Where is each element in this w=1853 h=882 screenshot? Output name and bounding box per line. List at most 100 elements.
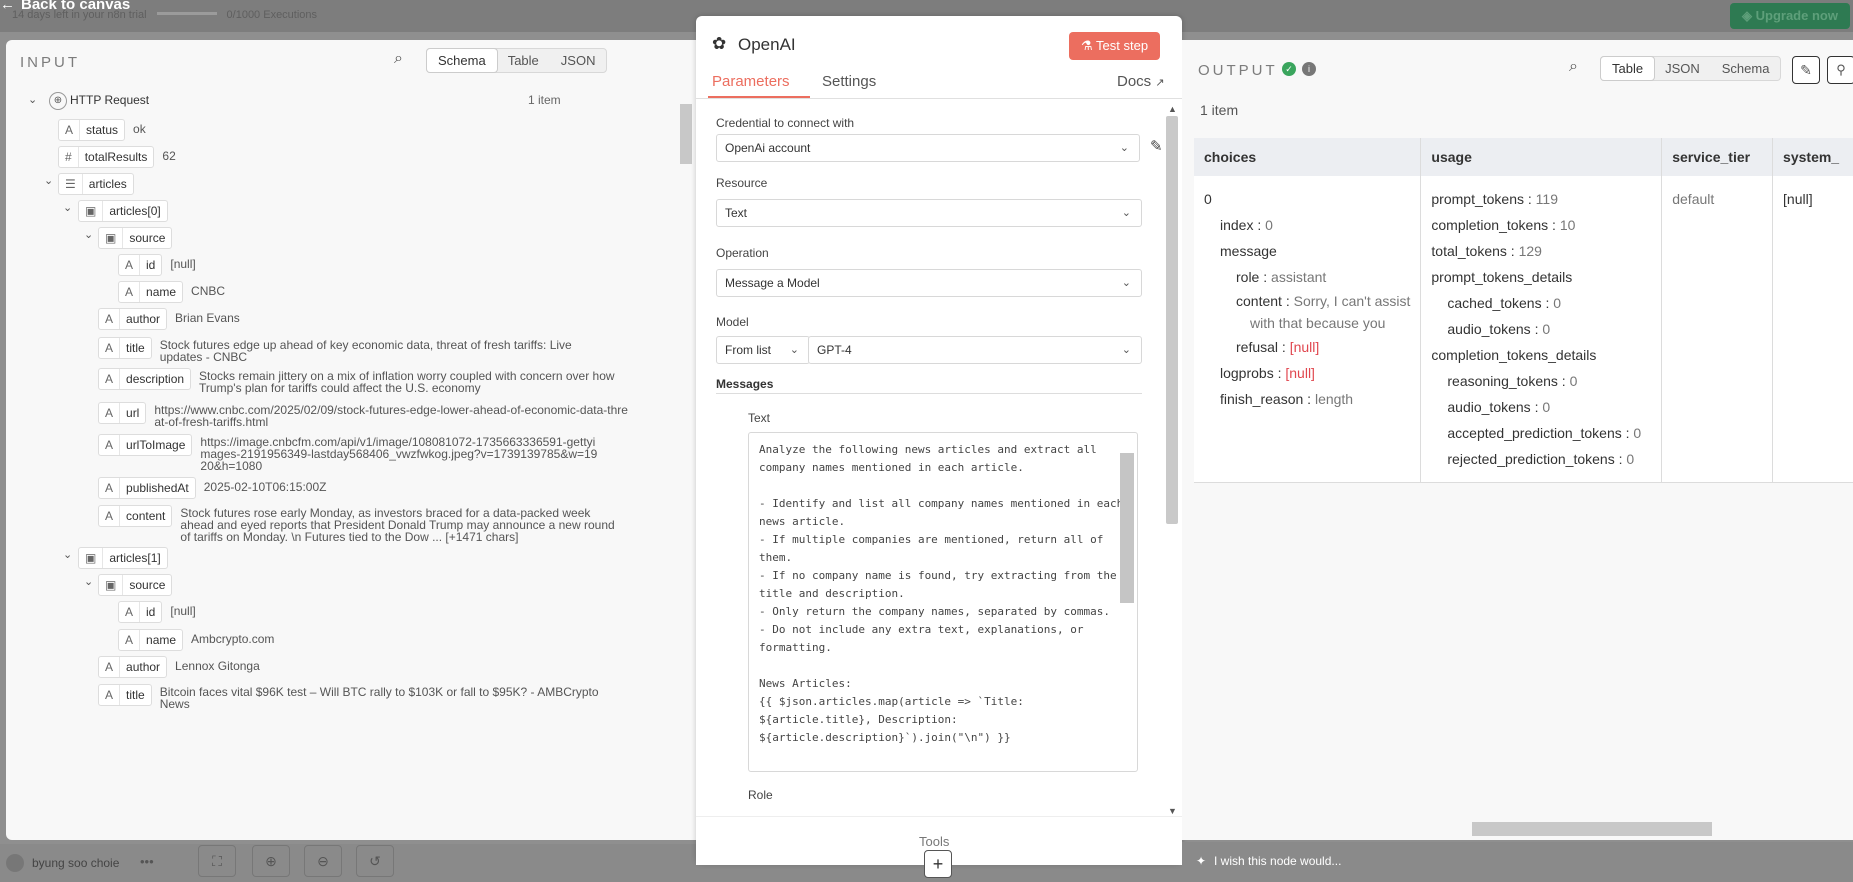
search-icon[interactable]: ⌕ xyxy=(1569,58,1578,76)
view-json[interactable]: JSON xyxy=(550,49,607,72)
kv-audio-tokens: audio_tokens : 0 xyxy=(1447,399,1551,415)
resource-select[interactable]: Text ⌄ xyxy=(716,199,1142,227)
upgrade-button[interactable]: ◈ Upgrade now xyxy=(1730,3,1850,29)
view-json[interactable]: JSON xyxy=(1654,57,1711,80)
params-scrollbar[interactable] xyxy=(1166,116,1178,524)
string-type-icon: A xyxy=(119,630,141,650)
string-type-icon: A xyxy=(119,602,141,622)
operation-select[interactable]: Message a Model ⌄ xyxy=(716,269,1142,297)
field-content: Acontent Stock futures rose early Monday,… xyxy=(98,505,620,543)
node-title[interactable]: OpenAI xyxy=(738,35,796,55)
editor-scrollbar[interactable] xyxy=(1120,453,1134,603)
text-label: Text xyxy=(748,411,771,425)
model-label: Model xyxy=(716,315,749,329)
choices-cell: 0 index : 0 message role : assistant con… xyxy=(1194,176,1422,483)
chevron-down-icon[interactable]: ⌄ xyxy=(84,228,93,241)
messages-label: Messages xyxy=(716,377,774,391)
string-type-icon: A xyxy=(119,282,141,302)
field-title: Atitle Bitcoin faces vital $96K test – Wi… xyxy=(98,684,610,710)
kv-finish-reason: finish_reason : length xyxy=(1220,391,1354,407)
string-type-icon: A xyxy=(99,506,121,526)
model-select[interactable]: GPT-4 ⌄ xyxy=(808,336,1142,364)
input-scrollbar[interactable] xyxy=(680,104,692,164)
feedback-link[interactable]: I wish this node would... xyxy=(1214,854,1341,868)
field-author: Aauthor Brian Evans xyxy=(98,308,240,330)
external-link-icon: ↗ xyxy=(1155,77,1165,89)
kv-prompt-tokens: prompt_tokens : 119 xyxy=(1431,191,1558,207)
tab-parameters[interactable]: Parameters xyxy=(712,73,790,90)
field-title: Atitle Stock futures edge up ahead of key… xyxy=(98,337,600,363)
fit-view-button[interactable]: ⛶ xyxy=(198,845,236,877)
reset-zoom-button[interactable]: ↺ xyxy=(356,845,394,877)
kv-cached-tokens: cached_tokens : 0 xyxy=(1447,295,1562,311)
tools-label: Tools xyxy=(919,834,950,849)
field-source: ▣ source xyxy=(98,227,173,249)
input-panel: INPUT ⌕ Schema Table JSON ⌄ ⊕ HTTP Reque… xyxy=(6,40,696,840)
edit-credential-icon[interactable]: ✎ xyxy=(1150,137,1163,155)
horizontal-scrollbar[interactable] xyxy=(1472,822,1712,836)
scroll-up-icon[interactable]: ▲ xyxy=(1168,104,1177,114)
test-step-button[interactable]: ⚗ Test step xyxy=(1069,32,1161,60)
string-type-icon: A xyxy=(99,369,121,389)
view-schema[interactable]: Schema xyxy=(427,49,497,72)
kv-index: index : 0 xyxy=(1220,217,1273,233)
kv-logprobs: logprobs : [null] xyxy=(1220,365,1315,381)
view-table[interactable]: Table xyxy=(1601,57,1655,80)
field-name: Aname Ambcrypto.com xyxy=(118,629,274,651)
view-table[interactable]: Table xyxy=(497,49,550,72)
column-header: usage xyxy=(1420,138,1663,176)
chevron-down-icon: ⌄ xyxy=(1121,207,1131,219)
chevron-down-icon[interactable]: ⌄ xyxy=(28,93,37,106)
field-source: ▣ source xyxy=(98,574,173,596)
prompt-text-editor[interactable]: Analyze the following news articles and … xyxy=(748,432,1138,772)
field-url: Aurl https://www.cnbc.com/2025/02/09/stoc… xyxy=(98,402,634,428)
string-type-icon: A xyxy=(119,255,141,275)
output-item-count: 1 item xyxy=(1200,102,1239,118)
model-mode-select[interactable]: From list ⌄ xyxy=(716,336,810,364)
globe-icon: ⊕ xyxy=(49,92,67,110)
gift-icon: ◈ xyxy=(1742,8,1756,23)
kv-rejected-prediction-tokens: rejected_prediction_tokens : 0 xyxy=(1447,451,1635,467)
zoom-out-button[interactable]: ⊖ xyxy=(304,845,342,877)
field-author: Aauthor Lennox Gitonga xyxy=(98,656,260,678)
chevron-down-icon: ⌄ xyxy=(1121,344,1131,356)
chevron-down-icon[interactable]: ⌄ xyxy=(63,201,72,214)
add-tool-button[interactable]: + xyxy=(924,850,952,878)
info-icon[interactable]: i xyxy=(1302,62,1316,76)
scroll-down-icon[interactable]: ▼ xyxy=(1168,806,1177,816)
kv-message: message xyxy=(1220,243,1277,259)
chevron-down-icon[interactable]: ⌄ xyxy=(84,575,93,588)
node-name: HTTP Request xyxy=(70,93,150,107)
active-tab-indicator xyxy=(708,96,810,98)
docs-link[interactable]: Docs ↗ xyxy=(1117,73,1165,90)
zoom-in-button[interactable]: ⊕ xyxy=(252,845,290,877)
chevron-down-icon[interactable]: ⌄ xyxy=(44,174,53,187)
avatar[interactable] xyxy=(6,854,24,872)
tab-settings[interactable]: Settings xyxy=(822,73,876,90)
feedback-bar: ✦ I wish this node would... xyxy=(1182,842,1853,882)
string-type-icon: A xyxy=(99,435,121,455)
field-articles: ☰ articles xyxy=(58,173,134,195)
string-type-icon: A xyxy=(59,120,81,140)
chevron-down-icon[interactable]: ⌄ xyxy=(63,548,72,561)
kv-audio-tokens: audio_tokens : 0 xyxy=(1447,321,1551,337)
field-description: Adescription Stocks remain jittery on a m… xyxy=(98,368,619,394)
string-type-icon: A xyxy=(99,657,121,677)
node-header: ✿ OpenAI ⚗ Test step Parameters Settings… xyxy=(696,16,1182,99)
credential-select[interactable]: OpenAi account ⌄ xyxy=(716,134,1140,162)
view-schema[interactable]: Schema xyxy=(1711,57,1781,80)
pin-data-button[interactable]: ⚲ xyxy=(1827,56,1853,84)
lightbulb-icon: ✦ xyxy=(1196,854,1207,868)
usage-cell: prompt_tokens : 119 completion_tokens : … xyxy=(1420,176,1663,483)
more-icon[interactable]: ••• xyxy=(140,854,154,869)
kv-refusal: refusal : [null] xyxy=(1236,339,1320,355)
divider xyxy=(716,393,1142,394)
kv-total-tokens: total_tokens : 129 xyxy=(1431,243,1542,259)
search-icon[interactable]: ⌕ xyxy=(394,50,403,68)
field-name: Aname CNBC xyxy=(118,281,225,303)
object-icon: ▣ xyxy=(99,575,124,595)
edit-output-button[interactable]: ✎ xyxy=(1792,56,1820,84)
chevron-down-icon: ⌄ xyxy=(789,344,799,356)
credential-label: Credential to connect with xyxy=(716,116,855,130)
kv-completion-tokens: completion_tokens : 10 xyxy=(1431,217,1576,233)
